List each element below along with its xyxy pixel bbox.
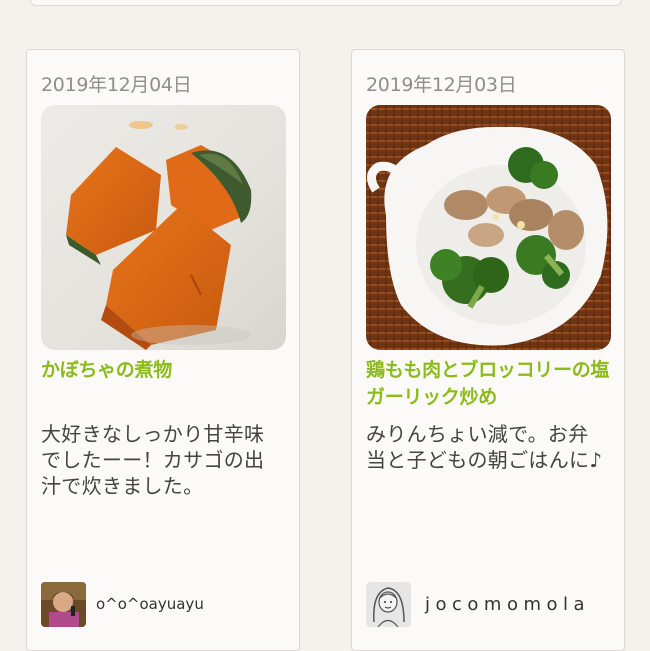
recipe-title[interactable]: 鶏もも肉とブロッコリーの塩ガーリック炒め xyxy=(366,357,616,411)
simmered-pumpkin-photo xyxy=(41,105,286,350)
recipe-description: 大好きなしっかり甘辛味でしたーー！カサゴの出汁で炊きました。 xyxy=(41,422,265,498)
author-name[interactable]: jocomomola xyxy=(425,594,590,615)
post-date: 2019年12月03日 xyxy=(366,74,517,96)
recipe-title[interactable]: かぼちゃの煮物 xyxy=(41,357,291,384)
sketch-avatar xyxy=(366,581,411,627)
avatar[interactable] xyxy=(366,581,411,627)
post-date: 2019年12月04日 xyxy=(41,74,192,96)
author-info[interactable]: o^o^oayuayu xyxy=(41,581,204,627)
author-name[interactable]: o^o^oayuayu xyxy=(96,595,204,613)
recipe-photo[interactable] xyxy=(366,105,611,350)
top-panel-edge xyxy=(30,0,622,6)
user-avatar-photo xyxy=(41,581,86,627)
avatar[interactable] xyxy=(41,581,86,627)
chicken-broccoli-photo xyxy=(366,105,611,350)
recipe-photo[interactable] xyxy=(41,105,286,350)
recipe-card[interactable]: 2019年12月04日 かぼちゃの煮物 大好きなしっかり甘辛味でしたーー！カサゴ… xyxy=(26,49,300,651)
recipe-card[interactable]: 2019年12月03日 鶏もも肉とブロッコリーの塩ガーリック炒め みりんちょい減… xyxy=(351,49,625,651)
recipe-description: みりんちょい減で。お弁当と子どもの朝ごはんに♪ xyxy=(366,422,603,472)
author-info[interactable]: jocomomola xyxy=(366,581,590,627)
